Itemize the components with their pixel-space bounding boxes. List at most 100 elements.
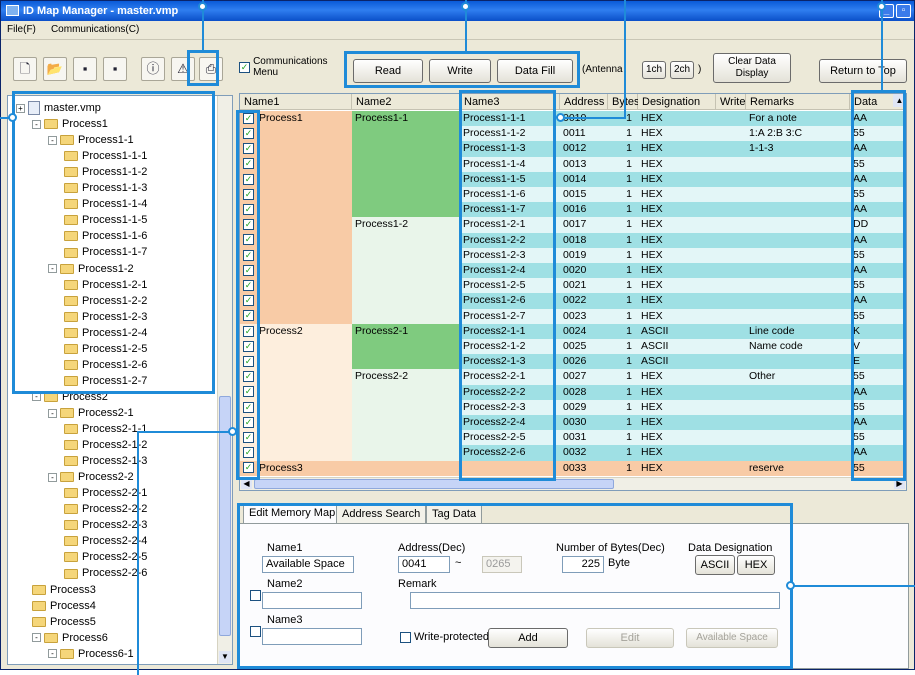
row-checkbox[interactable]: ✓ [243, 462, 254, 474]
read-button[interactable]: Read [353, 59, 423, 83]
tab-address-search[interactable]: Address Search [336, 504, 427, 523]
write-button[interactable]: Write [429, 59, 491, 83]
row-checkbox[interactable]: ✓ [243, 112, 254, 124]
maximize-icon[interactable]: ▫ [896, 4, 911, 18]
table-row[interactable]: ✓ Process1-2 Process1-2-1 0017 1 HEX DD [240, 217, 906, 233]
tab-tag-data[interactable]: Tag Data [426, 504, 483, 523]
row-checkbox[interactable]: ✓ [243, 203, 254, 215]
table-row[interactable]: ✓ Process2-2 Process2-2-1 0027 1 HEX Other 55 [240, 369, 906, 385]
menu-file[interactable]: File(F) [1, 22, 42, 37]
column-header[interactable]: Name2 [352, 94, 460, 110]
antenna-1ch-button[interactable]: 1ch [642, 61, 666, 79]
column-header[interactable]: Remarks [746, 94, 850, 110]
scroll-left-icon[interactable]: ◀ [241, 479, 252, 489]
row-checkbox[interactable]: ✓ [243, 234, 254, 246]
collapse-icon[interactable]: - [32, 119, 41, 129]
table-row[interactable]: ✓ Process2-2-3 0029 1 HEX 55 [240, 399, 906, 415]
row-checkbox[interactable]: ✓ [243, 355, 254, 367]
collapse-icon[interactable]: - [48, 472, 57, 482]
info-icon[interactable]: ⓘ [141, 57, 165, 81]
collapse-icon[interactable]: - [48, 135, 57, 145]
menu-communications[interactable]: Communications(C) [45, 22, 145, 37]
name3-field[interactable] [262, 628, 362, 645]
save-icon[interactable]: ▪ [73, 57, 97, 81]
scroll-right-icon[interactable]: ▶ [894, 479, 905, 489]
tree-scrollbar[interactable]: ▼ [217, 96, 232, 664]
tree-item[interactable]: - Process6-1 [48, 645, 134, 663]
print-preview-icon[interactable]: ⚠ [171, 57, 195, 81]
table-row[interactable]: ✓ Process1-2-3 0019 1 HEX 55 [240, 247, 906, 263]
add-button[interactable]: Add [488, 628, 568, 648]
collapse-icon[interactable]: - [48, 264, 57, 274]
column-header[interactable]: Address [560, 94, 608, 110]
row-checkbox[interactable]: ✓ [243, 249, 254, 261]
column-header[interactable]: Bytes [608, 94, 640, 110]
column-header[interactable]: Write [716, 94, 746, 110]
save-as-icon[interactable]: ▪ [103, 57, 127, 81]
row-checkbox[interactable]: ✓ [243, 447, 254, 459]
column-header[interactable]: Name3 [460, 94, 560, 110]
collapse-icon[interactable]: - [32, 392, 41, 402]
name2-checkbox[interactable] [250, 590, 261, 601]
table-row[interactable]: ✓ Process1-1-4 0013 1 HEX 55 [240, 156, 906, 172]
row-checkbox[interactable]: ✓ [243, 264, 254, 276]
scroll-up-icon[interactable]: ▲ [893, 94, 906, 107]
row-checkbox[interactable]: ✓ [243, 127, 254, 139]
row-checkbox[interactable]: ✓ [243, 401, 254, 413]
table-row[interactable]: ✓ Process2-2-2 0028 1 HEX AA [240, 384, 906, 400]
data-fill-button[interactable]: Data Fill [497, 59, 573, 83]
row-checkbox[interactable]: ✓ [243, 188, 254, 200]
table-row[interactable]: ✓ Process1-2-7 0023 1 HEX 55 [240, 308, 906, 324]
name1-field[interactable]: Available Space [262, 556, 354, 573]
table-row[interactable]: ✓ Process2 Process2-1 Process2-1-1 0024 1 ASCI… [240, 323, 906, 339]
name2-field[interactable] [262, 592, 362, 609]
table-row[interactable]: ✓ Process2-2-4 0030 1 HEX AA [240, 415, 906, 431]
grid-horizontal-scrollbar[interactable]: ◀ ▶ [240, 477, 906, 490]
communications-menu-checkbox[interactable]: ✓ [239, 61, 250, 73]
clear-data-display-button[interactable]: Clear Data Display [713, 53, 791, 83]
return-to-top-button[interactable]: Return to Top [819, 59, 907, 83]
row-checkbox[interactable]: ✓ [243, 143, 254, 155]
row-checkbox[interactable]: ✓ [243, 431, 254, 443]
collapse-icon[interactable]: - [48, 408, 57, 418]
table-row[interactable]: ✓ Process2-1-3 0026 1 ASCII E [240, 354, 906, 370]
table-row[interactable]: ✓ Process1-2-5 0021 1 HEX 55 [240, 278, 906, 294]
hex-button[interactable]: HEX [737, 555, 775, 575]
new-file-icon[interactable]: 🗋 [13, 57, 37, 81]
write-protected-checkbox[interactable] [400, 632, 411, 643]
row-checkbox[interactable]: ✓ [243, 371, 254, 383]
collapse-icon[interactable]: - [32, 633, 41, 643]
row-checkbox[interactable]: ✓ [243, 325, 254, 337]
remark-field[interactable] [410, 592, 780, 609]
row-checkbox[interactable]: ✓ [243, 158, 254, 170]
scroll-down-icon[interactable]: ▼ [219, 651, 231, 663]
row-checkbox[interactable]: ✓ [243, 173, 254, 185]
expand-icon[interactable]: + [16, 103, 25, 113]
table-row[interactable]: ✓ Process1-1-3 0012 1 HEX 1-1-3 AA [240, 141, 906, 157]
grid-hscroll-thumb[interactable] [254, 479, 614, 489]
table-row[interactable]: ✓ Process1-2-6 0022 1 HEX AA [240, 293, 906, 309]
table-row[interactable]: ✓ Process1-2-4 0020 1 HEX AA [240, 263, 906, 279]
row-checkbox[interactable]: ✓ [243, 219, 254, 231]
table-row[interactable]: ✓ Process1-1-2 0011 1 HEX 1:A 2:B 3:C 55 [240, 126, 906, 142]
open-folder-icon[interactable]: 📂 [43, 57, 67, 81]
name3-checkbox[interactable] [250, 626, 261, 637]
row-checkbox[interactable]: ✓ [243, 340, 254, 352]
table-row[interactable]: ✓ Process2-1-2 0025 1 ASCII Name code V [240, 339, 906, 355]
tab-edit-memory-map[interactable]: Edit Memory Map [243, 503, 342, 523]
table-row[interactable]: ✓ Process1-1-7 0016 1 HEX AA [240, 202, 906, 218]
communications-menu-option[interactable]: ✓ Communications Menu [239, 56, 347, 78]
available-space-button[interactable]: Available Space [686, 628, 778, 648]
row-checkbox[interactable]: ✓ [243, 310, 254, 322]
address-start-field[interactable]: 0041 [398, 556, 450, 573]
collapse-icon[interactable]: - [48, 649, 57, 659]
antenna-2ch-button[interactable]: 2ch [670, 61, 694, 79]
row-checkbox[interactable]: ✓ [243, 386, 254, 398]
table-row[interactable]: ✓ Process1-1-6 0015 1 HEX 55 [240, 187, 906, 203]
row-checkbox[interactable]: ✓ [243, 295, 254, 307]
bytes-field[interactable]: 225 [562, 556, 604, 573]
row-checkbox[interactable]: ✓ [243, 416, 254, 428]
table-row[interactable]: ✓ Process2-2-6 0032 1 HEX AA [240, 445, 906, 461]
edit-button[interactable]: Edit [586, 628, 674, 648]
table-row[interactable]: ✓ Process1-1-5 0014 1 HEX AA [240, 171, 906, 187]
